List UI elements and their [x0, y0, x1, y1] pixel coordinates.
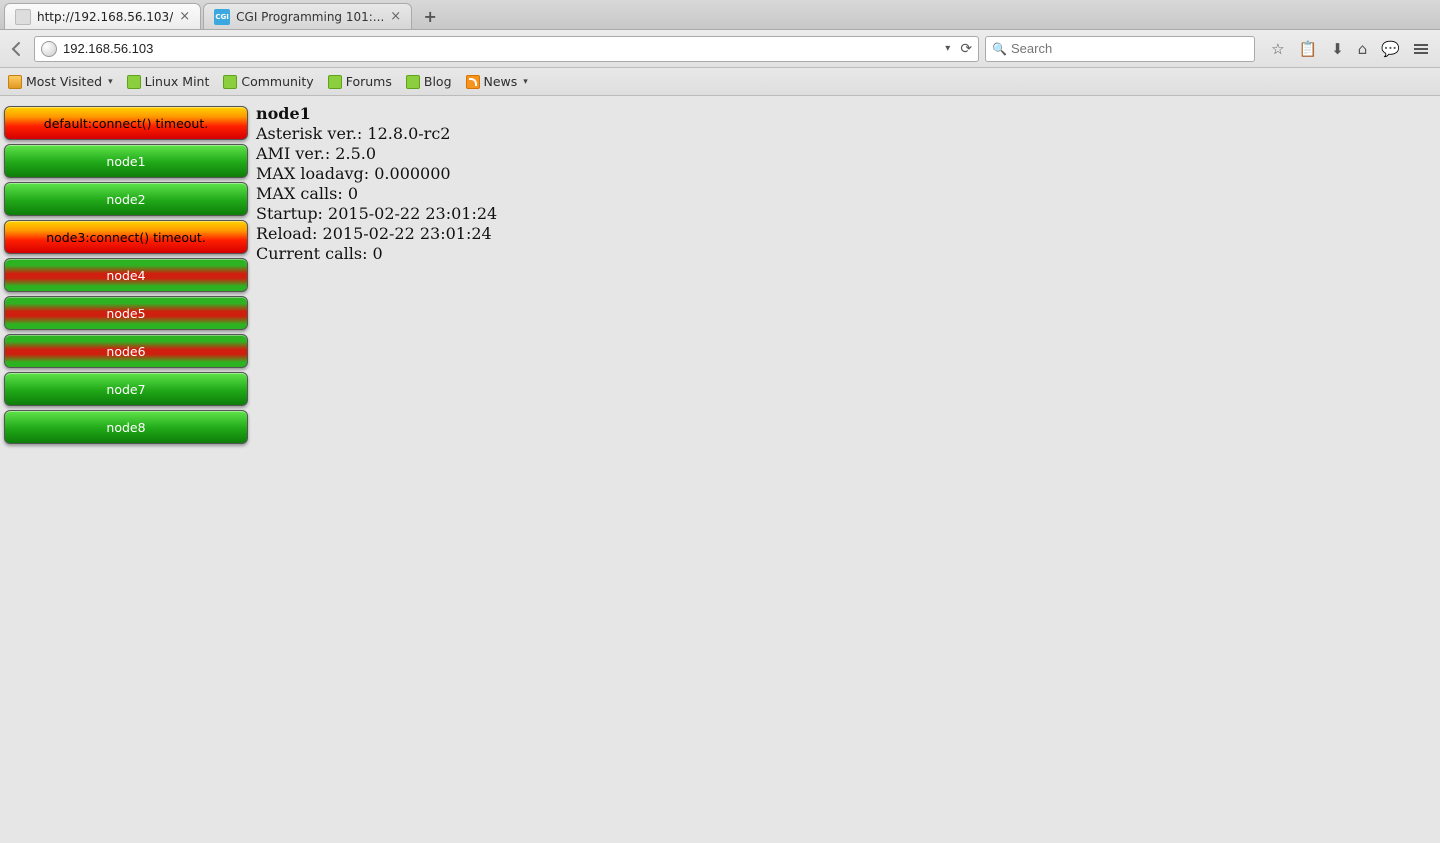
url-history-dropdown[interactable]: ▾	[941, 43, 954, 54]
node-label: node7	[106, 382, 145, 397]
chat-icon[interactable]: 💬	[1381, 40, 1400, 58]
search-bar[interactable]: 🔍	[985, 36, 1255, 62]
node-label: node3:connect() timeout.	[46, 230, 206, 245]
bookmark-star-icon[interactable]: ☆	[1271, 40, 1284, 58]
tab-favicon: CGI	[214, 9, 230, 25]
detail-line: Reload: 2015-02-22 23:01:24	[256, 224, 497, 244]
bookmark-label: Linux Mint	[145, 74, 210, 89]
downloads-icon[interactable]: ⬇	[1331, 40, 1344, 58]
node-button-node3[interactable]: node3:connect() timeout.	[4, 220, 248, 254]
browser-navbar: ▾ ⟳ 🔍 ☆ 📋 ⬇ ⌂ 💬	[0, 30, 1440, 68]
mint-icon	[223, 75, 237, 89]
globe-icon	[41, 41, 57, 57]
browser-tab-1[interactable]: CGI CGI Programming 101:... ×	[203, 3, 412, 29]
toolbar-right: ☆ 📋 ⬇ ⌂ 💬	[1261, 40, 1434, 58]
bookmark-label: News	[484, 74, 518, 89]
detail-line: Startup: 2015-02-22 23:01:24	[256, 204, 497, 224]
node-button-default[interactable]: default:connect() timeout.	[4, 106, 248, 140]
folder-icon	[8, 75, 22, 89]
rss-icon	[466, 75, 480, 89]
bookmark-community[interactable]: Community	[223, 74, 313, 89]
detail-line: MAX loadavg: 0.000000	[256, 164, 497, 184]
node-label: default:connect() timeout.	[44, 116, 208, 131]
search-icon: 🔍	[992, 42, 1007, 56]
tab-title: http://192.168.56.103/	[37, 10, 173, 24]
detail-line: Asterisk ver.: 12.8.0-rc2	[256, 124, 497, 144]
tab-title: CGI Programming 101:...	[236, 10, 384, 24]
browser-tab-0[interactable]: http://192.168.56.103/ ×	[4, 3, 201, 29]
chevron-down-icon: ▾	[523, 77, 528, 87]
node-label: node6	[106, 344, 145, 359]
node-button-node6[interactable]: node6	[4, 334, 248, 368]
bookmark-label: Community	[241, 74, 313, 89]
arrow-left-icon	[8, 40, 26, 58]
bookmarks-bar: Most Visited ▾ Linux Mint Community Foru…	[0, 68, 1440, 96]
node-label: node5	[106, 306, 145, 321]
page-body: default:connect() timeout. node1 node2 n…	[0, 96, 1440, 843]
url-input[interactable]	[63, 41, 935, 56]
node-button-node7[interactable]: node7	[4, 372, 248, 406]
chevron-down-icon: ▾	[108, 77, 113, 87]
bookmark-linux-mint[interactable]: Linux Mint	[127, 74, 210, 89]
node-label: node1	[106, 154, 145, 169]
back-button[interactable]	[6, 38, 28, 60]
bookmark-most-visited[interactable]: Most Visited ▾	[8, 74, 113, 89]
close-icon[interactable]: ×	[179, 9, 190, 24]
bookmark-blog[interactable]: Blog	[406, 74, 452, 89]
mint-icon	[406, 75, 420, 89]
mint-icon	[328, 75, 342, 89]
node-label: node8	[106, 420, 145, 435]
bookmark-label: Most Visited	[26, 74, 102, 89]
home-icon[interactable]: ⌂	[1358, 40, 1368, 58]
search-input[interactable]	[1011, 41, 1248, 56]
detail-line: MAX calls: 0	[256, 184, 497, 204]
node-sidebar: default:connect() timeout. node1 node2 n…	[0, 96, 252, 843]
close-icon[interactable]: ×	[390, 9, 401, 24]
bookmark-label: Forums	[346, 74, 392, 89]
node-label: node4	[106, 268, 145, 283]
menu-button[interactable]	[1414, 44, 1428, 54]
bookmark-forums[interactable]: Forums	[328, 74, 392, 89]
node-button-node5[interactable]: node5	[4, 296, 248, 330]
detail-title: node1	[256, 104, 497, 124]
node-detail-panel: node1 Asterisk ver.: 12.8.0-rc2 AMI ver.…	[252, 96, 501, 843]
mint-icon	[127, 75, 141, 89]
reader-icon[interactable]: 📋	[1299, 40, 1318, 58]
node-button-node2[interactable]: node2	[4, 182, 248, 216]
bookmark-news[interactable]: News ▾	[466, 74, 528, 89]
node-button-node8[interactable]: node8	[4, 410, 248, 444]
bookmark-label: Blog	[424, 74, 452, 89]
node-label: node2	[106, 192, 145, 207]
tab-favicon	[15, 9, 31, 25]
detail-line: AMI ver.: 2.5.0	[256, 144, 497, 164]
node-button-node4[interactable]: node4	[4, 258, 248, 292]
node-button-node1[interactable]: node1	[4, 144, 248, 178]
new-tab-button[interactable]: +	[418, 5, 442, 27]
detail-line: Current calls: 0	[256, 244, 497, 264]
reload-button[interactable]: ⟳	[960, 41, 972, 57]
url-bar[interactable]: ▾ ⟳	[34, 36, 979, 62]
browser-tabstrip: http://192.168.56.103/ × CGI CGI Program…	[0, 0, 1440, 30]
